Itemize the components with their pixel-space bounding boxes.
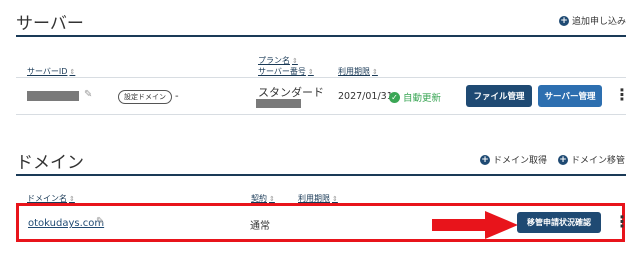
domain-section-title: ドメイン (16, 153, 84, 173)
add-application-label: 追加申し込み (572, 17, 627, 27)
domain-setting-pill[interactable]: 設定ドメイン (118, 90, 172, 104)
plus-circle-icon: + (480, 154, 490, 165)
domain-setting-value: - (175, 91, 179, 102)
sort-icon: ⇕ (269, 195, 275, 203)
server-section-title: サーバー (16, 14, 84, 34)
plus-circle-icon: + (558, 154, 568, 165)
pencil-icon[interactable]: ✎ (84, 89, 92, 100)
domain-name-link[interactable]: otokudays.com (28, 218, 104, 229)
col-plan-name[interactable]: プラン名 ⇕ (258, 55, 298, 66)
acquire-domain-label: ドメイン取得 (493, 156, 548, 166)
server-section-divider (16, 35, 626, 37)
acquire-domain-link[interactable]: + ドメイン取得 (480, 153, 547, 166)
red-arrow-annotation (432, 211, 518, 239)
sort-icon: ⇕ (332, 195, 338, 203)
server-more-icon[interactable]: ⋮ (614, 87, 630, 103)
server-row-divider (16, 114, 626, 115)
transfer-domain-label: ドメイン移管 (571, 156, 626, 166)
sort-icon: ⇕ (372, 68, 378, 76)
plan-name: スタンダード (258, 86, 324, 99)
transfer-domain-link[interactable]: + ドメイン移管 (558, 153, 625, 166)
col-server-number[interactable]: サーバー番号 ⇕ (258, 66, 314, 77)
sort-icon: ⇕ (69, 195, 75, 203)
expiry-date: 2027/01/31 (338, 91, 393, 102)
check-circle-icon: ✓ (389, 91, 400, 103)
server-header-divider (16, 77, 626, 78)
server-id-redacted (27, 91, 79, 101)
server-number-redacted (256, 99, 301, 108)
contract-value: 通常 (250, 221, 270, 232)
col-server-id[interactable]: サーバーID ⇕ (27, 66, 75, 77)
col-expiry[interactable]: 利用期限 ⇕ (338, 66, 378, 77)
domain-more-icon[interactable]: ⋮ (614, 214, 630, 230)
domain-section-divider (16, 174, 626, 176)
transfer-status-button[interactable]: 移管申請状況確認 (517, 212, 601, 233)
sort-icon: ⇕ (307, 68, 314, 76)
file-manage-button[interactable]: ファイル管理 (466, 85, 532, 107)
sort-icon: ⇕ (69, 68, 76, 76)
auto-renew-status: ✓ 自動更新 (389, 90, 441, 104)
plus-circle-icon: + (559, 15, 569, 26)
sort-icon: ⇕ (292, 57, 298, 65)
pencil-icon[interactable]: ✎ (96, 216, 104, 227)
add-application-link[interactable]: + 追加申し込み (559, 14, 626, 27)
server-manage-button[interactable]: サーバー管理 (538, 85, 602, 107)
